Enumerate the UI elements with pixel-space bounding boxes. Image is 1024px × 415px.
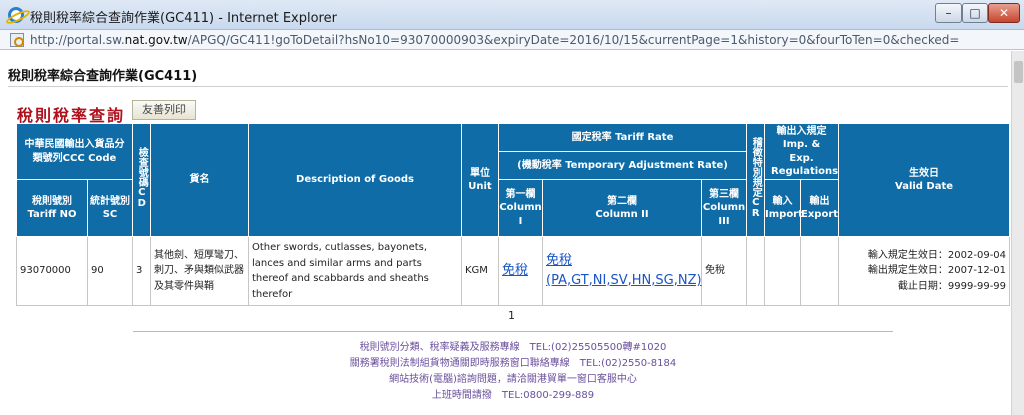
window-title: 稅則稅率綜合查詢作業(GC411) - Internet Explorer xyxy=(30,11,337,26)
url-prefix: http://portal.sw. xyxy=(30,33,125,47)
header-col3-en: Column III xyxy=(702,202,746,227)
header-col1: 第一欄 Column I xyxy=(498,179,543,237)
cell-unit: KGM xyxy=(461,236,499,306)
cell-col2: 免稅 (PA,GT,NI,SV,HN,SG,NZ) xyxy=(542,236,702,306)
cell-sc: 90 xyxy=(87,236,133,306)
header-tariff-no-zh: 稅則號別 xyxy=(32,195,72,207)
header-sc-zh: 統計號別 xyxy=(90,195,130,207)
heading-divider xyxy=(8,86,1008,87)
header-sc: 統計號別 SC xyxy=(87,179,133,237)
close-button[interactable]: ✕ xyxy=(988,3,1020,23)
header-sc-en: SC xyxy=(102,209,118,220)
window-titlebar: 稅則稅率綜合查詢作業(GC411) - Internet Explorer – … xyxy=(0,0,1024,30)
address-bar[interactable]: http://portal.sw.nat.gov.tw/APGQ/GC411!g… xyxy=(0,30,1024,50)
header-temp-rate: (機動稅率 Temporary Adjustment Rate) xyxy=(497,151,748,180)
cell-tariff-no: 93070000 xyxy=(16,236,88,306)
col2-rate-main: 免稅 xyxy=(546,252,573,268)
header-col3-zh: 第三欄 xyxy=(709,188,739,200)
col2-rate-link[interactable]: 免稅 (PA,GT,NI,SV,HN,SG,NZ) xyxy=(546,253,702,288)
footer: 稅則號別分類、稅率疑義及服務專線 TEL:(02)25505500轉#1020 … xyxy=(133,340,893,404)
cell-export xyxy=(800,236,840,306)
header-col2-en: Column II xyxy=(595,209,649,220)
valid-import-date: 輸入規定生效日：2002-09-04 xyxy=(867,249,1007,261)
header-special-rule: 稽徵特別規定CR xyxy=(746,123,766,237)
valid-expiry-date: 截止日期：9999-99-99 xyxy=(897,280,1007,292)
header-col1-en: Column I xyxy=(499,202,542,227)
footer-line-4: 上班時間請撥 TEL:0800-299-889 xyxy=(431,390,595,401)
header-check-code: 檢查號碼CD xyxy=(132,123,151,237)
header-tariff-no: 稅則號別 Tariff NO xyxy=(16,179,88,237)
col1-rate-link[interactable]: 免稅 xyxy=(502,263,528,278)
header-tariff-rate: 國定稅率 Tariff Rate xyxy=(497,123,748,152)
header-unit-zh: 單位 xyxy=(470,167,490,179)
cell-cd: 3 xyxy=(132,236,151,306)
cell-cr xyxy=(746,236,766,306)
header-import-zh: 輸入 xyxy=(772,195,793,207)
cell-col3: 免稅 xyxy=(700,236,748,306)
valid-export-date: 輸出規定生效日：2007-12-01 xyxy=(867,265,1007,277)
footer-divider xyxy=(133,331,893,332)
header-valid-zh: 生效日 xyxy=(909,167,940,179)
footer-line-2: 關務署稅則法制組貨物通關即時服務窗口聯絡專線 TEL:(02)2550-8184 xyxy=(349,358,677,369)
pager-current-page[interactable]: 1 xyxy=(508,309,515,322)
header-unit-en: Unit xyxy=(468,181,492,192)
header-import-en: Import xyxy=(765,209,803,220)
print-friendly-button[interactable]: 友善列印 xyxy=(132,100,196,120)
header-valid-en: Valid Date xyxy=(895,181,954,192)
header-export-zh: 輸出 xyxy=(809,195,830,207)
header-unit: 單位 Unit xyxy=(461,123,499,237)
cell-description: Other swords, cutlasses, bayonets, lance… xyxy=(248,236,462,306)
header-tariff-no-en: Tariff NO xyxy=(27,209,77,220)
cell-valid-date: 輸入規定生效日：2002-09-04 輸出規定生效日：2007-12-01 截止日期… xyxy=(838,236,1011,306)
header-special-rule-label: 稽徵特別規定CR xyxy=(750,136,762,219)
page-heading: 稅則稅率綜合查詢作業(GC411) xyxy=(8,69,198,84)
header-col1-zh: 第一欄 xyxy=(505,188,536,200)
header-regulations: 輸出入規定 Imp. & Exp. Regulations xyxy=(764,123,840,180)
scrollbar-thumb[interactable] xyxy=(1014,61,1023,83)
header-col2-zh: 第二欄 xyxy=(607,195,637,207)
header-ccc-code: 中華民國輸出入貨品分類號列CCC Code xyxy=(16,123,133,180)
header-import: 輸入 Import xyxy=(764,179,803,237)
footer-line-1: 稅則號別分類、稅率疑義及服務專線 TEL:(02)25505500轉#1020 xyxy=(359,342,667,353)
header-goods-name: 貨名 xyxy=(150,123,249,237)
page-icon xyxy=(10,33,24,47)
vertical-scrollbar[interactable] xyxy=(1011,51,1024,415)
maximize-button[interactable]: □ xyxy=(962,3,988,23)
url-text[interactable]: http://portal.sw.nat.gov.tw/APGQ/GC411!g… xyxy=(30,33,959,47)
header-col3: 第三欄 Column III xyxy=(700,179,748,237)
col2-rate-countries: (PA,GT,NI,SV,HN,SG,NZ) xyxy=(546,273,702,288)
header-valid-date: 生效日 Valid Date xyxy=(838,123,1011,237)
url-host: nat.gov.tw xyxy=(124,33,188,47)
footer-line-3: 網站技術(電腦)諮詢問題，請洽關港貿單一窗口客服中心 xyxy=(389,374,637,385)
header-export: 輸出 Export xyxy=(800,179,840,237)
table-row: 93070000 90 3 其他劍、短厚彎刀、刺刀、矛與類似武器及其零件與鞘 O… xyxy=(16,236,1011,306)
cell-goods-name: 其他劍、短厚彎刀、刺刀、矛與類似武器及其零件與鞘 xyxy=(150,236,249,306)
header-col2: 第二欄 Column II xyxy=(542,179,702,237)
cell-col1: 免稅 xyxy=(498,236,543,306)
tariff-table: 中華民國輸出入貨品分類號列CCC Code 檢查號碼CD 貨名 Descript… xyxy=(16,123,1011,306)
header-export-en: Export xyxy=(801,209,839,220)
cell-import xyxy=(764,236,802,306)
minimize-button[interactable]: – xyxy=(935,3,962,23)
header-description: Description of Goods xyxy=(248,123,462,237)
header-check-code-label: 檢查號碼CD xyxy=(136,146,148,209)
internet-explorer-icon xyxy=(8,7,24,23)
url-path: /APGQ/GC411!goToDetail?hsNo10=9307000090… xyxy=(187,33,960,47)
